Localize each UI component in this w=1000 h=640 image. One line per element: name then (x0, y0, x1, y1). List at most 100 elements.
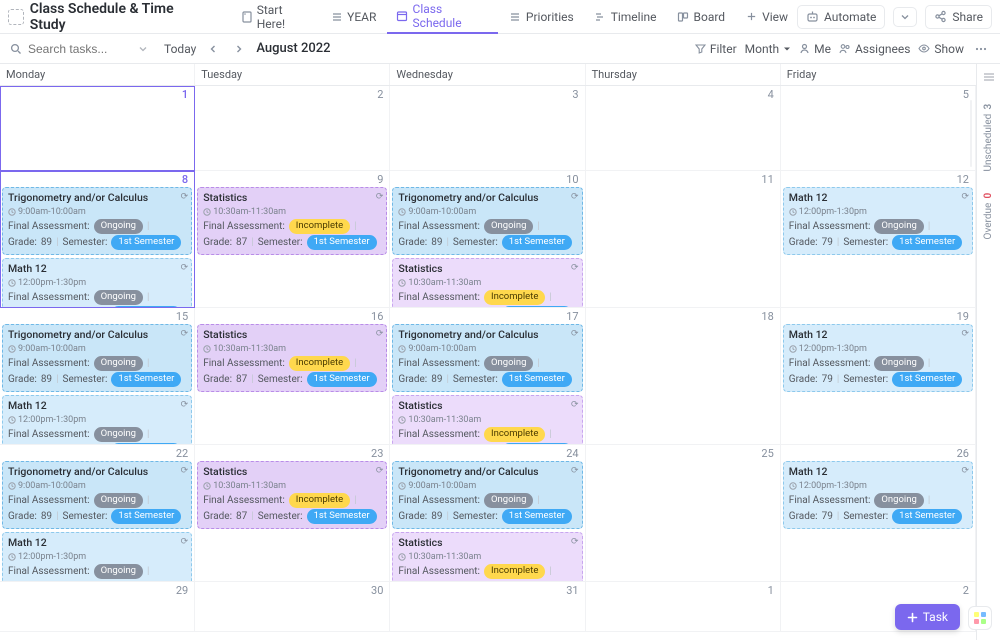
tab-year[interactable]: YEAR (321, 0, 385, 34)
calendar-cell[interactable]: 2 (195, 86, 390, 171)
semester-badge: 1st Semester (502, 372, 572, 387)
overdue-count: 0 (983, 193, 994, 199)
chevron-down-icon[interactable] (138, 44, 148, 54)
me-label: Me (814, 42, 831, 56)
collapse-icon[interactable] (983, 72, 995, 82)
assignees-filter[interactable]: Assignees (839, 42, 910, 56)
next-month-button[interactable] (230, 44, 248, 54)
calendar-cell[interactable]: 24⟳Trigonometry and/or Calculus9:00am-10… (390, 445, 585, 582)
overdue-panel[interactable]: Overdue 0 (983, 193, 994, 239)
calendar-cell[interactable]: 8⟳Trigonometry and/or Calculus9:00am-10:… (0, 171, 195, 308)
calendar-cell[interactable]: 19⟳Math 1212:00pm-1:30pmFinal Assessment… (781, 308, 976, 445)
calendar-grid: 123458⟳Trigonometry and/or Calculus9:00a… (0, 86, 976, 640)
automate-dropdown[interactable] (893, 7, 917, 27)
view-mode-selector[interactable]: Month (745, 42, 791, 56)
date-number: 26 (957, 447, 969, 460)
date-number: 18 (761, 310, 773, 323)
calendar-cell[interactable]: 11 (586, 171, 781, 308)
semester-label: Semester: (843, 236, 888, 250)
tab-class-schedule[interactable]: Class Schedule (387, 0, 498, 34)
semester-label: Semester: (258, 373, 303, 387)
semester-badge: 1st Semester (307, 235, 377, 250)
calendar-event[interactable]: ⟳Trigonometry and/or Calculus9:00am-10:0… (392, 187, 582, 255)
tab-add-view[interactable]: View (736, 0, 797, 34)
calendar-cell[interactable]: 18 (586, 308, 781, 445)
calendar-cell[interactable]: 31 (390, 582, 585, 632)
calendar-cell[interactable]: 10⟳Trigonometry and/or Calculus9:00am-10… (390, 171, 585, 308)
filter-button[interactable]: Filter (695, 42, 737, 56)
calendar-cell[interactable]: 30 (195, 582, 390, 632)
event-time: 12:00pm-1:30pm (8, 277, 186, 289)
calendar-cell[interactable]: 25 (586, 445, 781, 582)
search-box[interactable] (10, 42, 150, 56)
tab-priorities[interactable]: Priorities (500, 0, 583, 34)
calendar-event[interactable]: ⟳Trigonometry and/or Calculus9:00am-10:0… (2, 461, 192, 529)
status-badge: Ongoing (94, 427, 143, 442)
status-badge: Incomplete (289, 219, 350, 234)
semester-badge: 1st Semester (111, 372, 181, 387)
calendar-cell[interactable]: 23⟳Statistics10:30am-11:30amFinal Assess… (195, 445, 390, 582)
semester-label: Semester: (843, 373, 888, 387)
calendar-event[interactable]: ⟳Trigonometry and/or Calculus9:00am-10:0… (2, 324, 192, 392)
calendar-cell[interactable]: 17⟳Trigonometry and/or Calculus9:00am-10… (390, 308, 585, 445)
tab-label: View (762, 10, 788, 24)
calendar-cell[interactable]: 16⟳Statistics10:30am-11:30amFinal Assess… (195, 308, 390, 445)
recurring-icon: ⟳ (571, 328, 579, 340)
grade-value: 87 (236, 510, 247, 524)
tab-label: Class Schedule (413, 2, 489, 30)
calendar-event[interactable]: ⟳Trigonometry and/or Calculus9:00am-10:0… (392, 324, 582, 392)
calendar-event[interactable]: ⟳Math 1212:00pm-1:30pmFinal Assessment:O… (2, 395, 192, 445)
search-input[interactable] (28, 42, 128, 56)
unscheduled-panel[interactable]: Unscheduled 3 (983, 104, 994, 171)
app-launcher-button[interactable] (968, 606, 992, 630)
view-tabs: Start Here! YEAR Class Schedule Prioriti… (232, 0, 797, 34)
calendar-event[interactable]: ⟳Math 1212:00pm-1:30pmFinal Assessment:O… (783, 324, 973, 392)
calendar-cell[interactable]: 9⟳Statistics10:30am-11:30amFinal Assessm… (195, 171, 390, 308)
date-number: 3 (572, 88, 578, 101)
calendar-event[interactable]: ⟳Math 1212:00pm-1:30pmFinal Assessment:O… (783, 187, 973, 255)
calendar-event[interactable]: ⟳Trigonometry and/or Calculus9:00am-10:0… (392, 461, 582, 529)
calendar-event[interactable]: ⟳Statistics10:30am-11:30amFinal Assessme… (392, 258, 582, 308)
show-toggle[interactable]: Show (918, 42, 964, 56)
grade-label: Grade: (789, 510, 818, 524)
more-icon[interactable] (972, 43, 990, 55)
today-button[interactable]: Today (164, 42, 196, 56)
me-filter[interactable]: Me (799, 42, 831, 56)
semester-label: Semester: (63, 373, 108, 387)
new-task-button[interactable]: Task (895, 604, 960, 630)
final-assessment-label: Final Assessment: (8, 428, 90, 442)
calendar-cell[interactable]: 22⟳Trigonometry and/or Calculus9:00am-10… (0, 445, 195, 582)
calendar-cell[interactable]: 26⟳Math 1212:00pm-1:30pmFinal Assessment… (781, 445, 976, 582)
calendar-event[interactable]: ⟳Math 1212:00pm-1:30pmFinal Assessment:O… (2, 532, 192, 582)
status-badge: Incomplete (289, 493, 350, 508)
tab-timeline[interactable]: Timeline (585, 0, 666, 34)
calendar-event[interactable]: ⟳Statistics10:30am-11:30amFinal Assessme… (392, 532, 582, 582)
calendar-event[interactable]: ⟳Statistics10:30am-11:30amFinal Assessme… (392, 395, 582, 445)
calendar-cell[interactable]: 5 (781, 86, 976, 171)
calendar-event[interactable]: ⟳Math 1212:00pm-1:30pmFinal Assessment:O… (783, 461, 973, 529)
automate-button[interactable]: Automate (797, 5, 885, 29)
calendar-event[interactable]: ⟳Trigonometry and/or Calculus9:00am-10:0… (2, 187, 192, 255)
recurring-icon: ⟳ (571, 536, 579, 548)
calendar-event[interactable]: ⟳Statistics10:30am-11:30amFinal Assessme… (197, 324, 387, 392)
semester-label: Semester: (453, 236, 498, 250)
tab-board[interactable]: Board (668, 0, 735, 34)
tab-start-here[interactable]: Start Here! (232, 0, 320, 34)
calendar-cell[interactable]: 1 (0, 86, 195, 171)
calendar-event[interactable]: ⟳Statistics10:30am-11:30amFinal Assessme… (197, 187, 387, 255)
semester-badge: 1st Semester (111, 235, 181, 250)
calendar-event[interactable]: ⟳Statistics10:30am-11:30amFinal Assessme… (197, 461, 387, 529)
calendar-cell[interactable]: 29 (0, 582, 195, 632)
calendar-cell[interactable]: 1 (586, 582, 781, 632)
calendar-cell[interactable]: 12⟳Math 1212:00pm-1:30pmFinal Assessment… (781, 171, 976, 308)
filter-icon (695, 43, 706, 54)
calendar-event[interactable]: ⟳Math 1212:00pm-1:30pmFinal Assessment:O… (2, 258, 192, 308)
share-button[interactable]: Share (925, 5, 992, 29)
date-number: 9 (377, 173, 383, 186)
calendar-cell[interactable]: 3 (390, 86, 585, 171)
calendar-cell[interactable]: 15⟳Trigonometry and/or Calculus9:00am-10… (0, 308, 195, 445)
prev-month-button[interactable] (204, 44, 222, 54)
plus-icon (907, 612, 918, 623)
final-assessment-label: Final Assessment: (789, 220, 871, 234)
calendar-cell[interactable]: 4 (586, 86, 781, 171)
